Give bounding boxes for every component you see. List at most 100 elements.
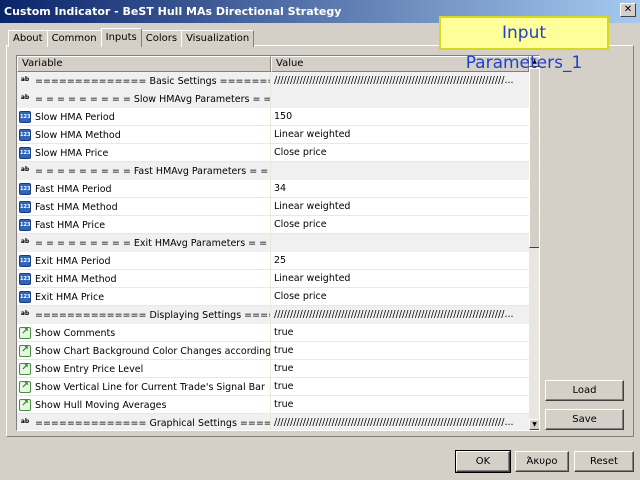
table-row[interactable]: ab = = = = = = = = = Exit HMAvg Parameter… (17, 234, 529, 252)
string-type-icon: ab (20, 76, 30, 83)
value-cell[interactable]: 34 (271, 180, 529, 198)
close-button[interactable]: ✕ (620, 3, 636, 17)
value-cell[interactable]: Linear weighted (271, 198, 529, 216)
value-cell[interactable] (271, 234, 529, 252)
scroll-down-button[interactable]: ▼ (529, 419, 539, 430)
variable-cell: ↗ Show Chart Background Color Changes acc… (17, 342, 271, 360)
scroll-thumb[interactable] (529, 68, 539, 248)
window-title: Custom Indicator - BeST Hull MAs Directi… (4, 5, 342, 18)
variable-name: Fast HMA Period (35, 183, 112, 195)
value-cell[interactable]: ////////////////////////////////////////… (271, 414, 529, 430)
tab-colors[interactable]: Colors (140, 30, 183, 47)
arrow-down-icon: ▼ (532, 421, 537, 428)
table-row[interactable]: ab = = = = = = = = = Fast HMAvg Parameter… (17, 162, 529, 180)
variable-cell: ab = = = = = = = = = Slow HMAvg Parameter… (17, 90, 271, 108)
integer-type-icon: 123 (19, 111, 31, 123)
value-cell[interactable]: true (271, 342, 529, 360)
variable-name: Slow HMA Price (35, 147, 109, 159)
table-row[interactable]: 123 Fast HMA Price Close price (17, 216, 529, 234)
value-cell[interactable]: true (271, 378, 529, 396)
variable-name: Exit HMA Method (35, 273, 117, 285)
value-cell[interactable] (271, 90, 529, 108)
tab-strip: About Common Inputs Colors Visualization (8, 28, 255, 47)
variable-column-header[interactable]: Variable (17, 56, 271, 72)
string-type-icon: ab (20, 94, 30, 101)
variable-name: Slow HMA Method (35, 129, 121, 141)
table-row[interactable]: ab ============== Graphical Settings ====… (17, 414, 529, 430)
table-row[interactable]: ab ============== Displaying Settings ===… (17, 306, 529, 324)
tab-inputs[interactable]: Inputs (100, 28, 142, 47)
grid-rows: ab ============== Basic Settings ========… (17, 72, 529, 430)
variable-name: ============== Displaying Settings =====… (35, 309, 270, 321)
boolean-type-icon: ↗ (19, 381, 31, 393)
value-cell[interactable]: ////////////////////////////////////////… (271, 306, 529, 324)
boolean-type-icon: ↗ (19, 345, 31, 357)
value-cell[interactable]: Close price (271, 144, 529, 162)
variable-cell: ab = = = = = = = = = Fast HMAvg Parameter… (17, 162, 271, 180)
variable-name: Exit HMA Period (35, 255, 111, 267)
integer-type-icon: 123 (19, 291, 31, 303)
save-button[interactable]: Save (545, 409, 624, 430)
table-row[interactable]: ↗ Show Chart Background Color Changes acc… (17, 342, 529, 360)
tab-about[interactable]: About (8, 30, 48, 47)
table-row[interactable]: 123 Exit HMA Method Linear weighted (17, 270, 529, 288)
grid-header: Variable Value (17, 56, 529, 72)
integer-type-icon: 123 (19, 219, 31, 231)
boolean-type-icon: ↗ (19, 399, 31, 411)
table-row[interactable]: 123 Fast HMA Period 34 (17, 180, 529, 198)
value-cell[interactable]: Close price (271, 216, 529, 234)
tab-common[interactable]: Common (46, 30, 102, 47)
variable-name: Show Entry Price Level (35, 363, 144, 375)
value-cell[interactable]: true (271, 360, 529, 378)
variable-name: ============== Graphical Settings ======… (35, 417, 271, 429)
table-row[interactable]: ab = = = = = = = = = Slow HMAvg Parameter… (17, 90, 529, 108)
integer-type-icon: 123 (19, 273, 31, 285)
tab-visualization[interactable]: Visualization (181, 30, 255, 47)
integer-type-icon: 123 (19, 183, 31, 195)
string-type-icon: ab (20, 238, 30, 245)
cancel-button[interactable]: Άκυρο (515, 451, 569, 472)
integer-type-icon: 123 (19, 201, 31, 213)
table-row[interactable]: 123 Slow HMA Method Linear weighted (17, 126, 529, 144)
boolean-type-icon: ↗ (19, 327, 31, 339)
table-row[interactable]: 123 Exit HMA Price Close price (17, 288, 529, 306)
variable-name: Fast HMA Price (35, 219, 106, 231)
integer-type-icon: 123 (19, 255, 31, 267)
variable-cell: 123 Fast HMA Method (17, 198, 271, 216)
variable-cell: 123 Exit HMA Period (17, 252, 271, 270)
value-cell[interactable]: true (271, 396, 529, 414)
variable-cell: ab ============== Basic Settings ========… (17, 72, 271, 90)
table-row[interactable]: 123 Slow HMA Period 150 (17, 108, 529, 126)
variable-cell: 123 Fast HMA Period (17, 180, 271, 198)
table-row[interactable]: 123 Exit HMA Period 25 (17, 252, 529, 270)
table-row[interactable]: ↗ Show Entry Price Level true (17, 360, 529, 378)
table-row[interactable]: ↗ Show Vertical Line for Current Trade's … (17, 378, 529, 396)
variable-name: ============== Basic Settings ==========… (35, 75, 271, 87)
table-row[interactable]: 123 Fast HMA Method Linear weighted (17, 198, 529, 216)
reset-button[interactable]: Reset (574, 451, 634, 472)
vertical-scrollbar[interactable]: ▲ ▼ (529, 56, 539, 430)
value-cell[interactable]: Linear weighted (271, 270, 529, 288)
variable-cell: ↗ Show Vertical Line for Current Trade's … (17, 378, 271, 396)
variable-cell: 123 Slow HMA Period (17, 108, 271, 126)
variable-name: Show Chart Background Color Changes acco… (35, 345, 271, 357)
variable-cell: 123 Slow HMA Price (17, 144, 271, 162)
variable-name: = = = = = = = = = Slow HMAvg Parameters … (35, 93, 271, 105)
variable-name: Fast HMA Method (35, 201, 118, 213)
load-button[interactable]: Load (545, 380, 624, 401)
value-cell[interactable]: true (271, 324, 529, 342)
ok-button[interactable]: OK (455, 450, 511, 473)
value-cell[interactable]: Linear weighted (271, 126, 529, 144)
table-row[interactable]: 123 Slow HMA Price Close price (17, 144, 529, 162)
value-cell[interactable] (271, 162, 529, 180)
value-cell[interactable]: 150 (271, 108, 529, 126)
variable-name: = = = = = = = = = Exit HMAvg Parameters … (35, 237, 270, 249)
value-cell[interactable]: Close price (271, 288, 529, 306)
variable-cell: ab ============== Graphical Settings ====… (17, 414, 271, 430)
variable-cell: ↗ Show Entry Price Level (17, 360, 271, 378)
value-cell[interactable]: 25 (271, 252, 529, 270)
variable-cell: ↗ Show Hull Moving Averages (17, 396, 271, 414)
table-row[interactable]: ↗ Show Comments true (17, 324, 529, 342)
table-row[interactable]: ab ============== Basic Settings ========… (17, 72, 529, 90)
table-row[interactable]: ↗ Show Hull Moving Averages true (17, 396, 529, 414)
